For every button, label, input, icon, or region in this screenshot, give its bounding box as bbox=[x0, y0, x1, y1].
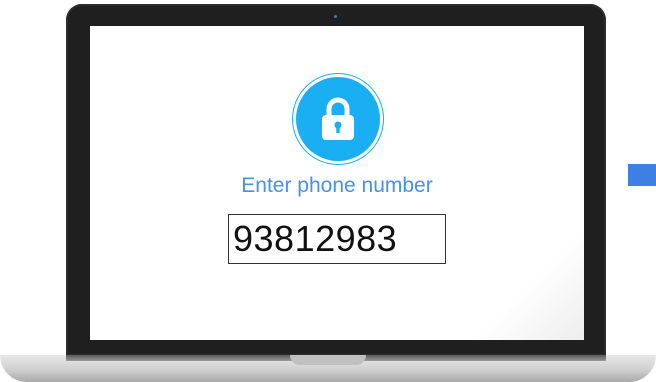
camera-icon bbox=[334, 15, 337, 18]
laptop-screen: Enter phone number bbox=[90, 26, 584, 340]
laptop-illustration: Enter phone number bbox=[0, 0, 656, 382]
arrow-icon bbox=[628, 164, 656, 186]
lock-icon bbox=[322, 97, 354, 140]
laptop-notch bbox=[290, 355, 366, 365]
phone-number-input[interactable] bbox=[228, 214, 446, 264]
phone-prompt-label: Enter phone number bbox=[241, 174, 433, 197]
screen-reflection bbox=[474, 230, 584, 340]
lock-badge bbox=[293, 74, 383, 164]
